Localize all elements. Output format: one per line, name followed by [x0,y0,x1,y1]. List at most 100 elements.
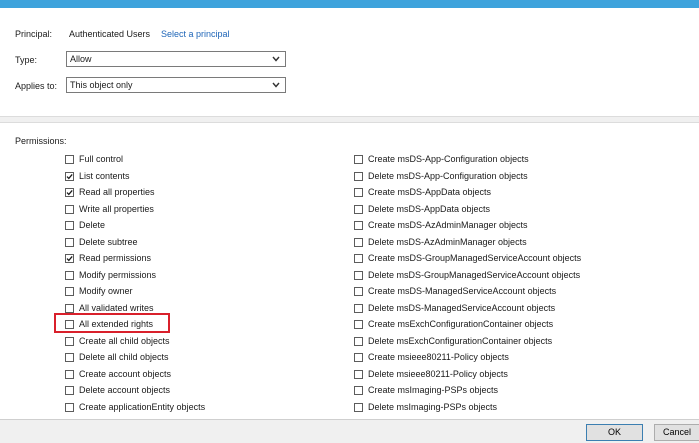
permission-checkbox[interactable] [65,369,74,379]
chevron-down-icon [270,52,282,66]
permission-item[interactable]: Delete account objects [65,383,170,397]
permission-checkbox[interactable] [354,171,363,181]
chevron-down-icon [270,78,282,92]
permission-label: Create msDS-AppData objects [368,187,492,197]
permission-item[interactable]: Delete msDS-ManagedServiceAccount object… [354,301,555,315]
permission-label: Delete subtree [79,237,138,247]
permission-label: Write all properties [79,204,154,214]
permission-checkbox[interactable] [65,204,74,214]
permission-item[interactable]: Create msImaging-PSPs objects [354,383,498,397]
permission-label: Delete [79,220,106,230]
permission-item[interactable]: Create msExchConfigurationContainer obje… [354,317,553,331]
permission-label: Full control [79,154,124,164]
applies-to-select[interactable]: This object only [66,77,286,93]
permission-label: Read permissions [79,253,152,263]
permission-item[interactable]: Modify permissions [65,268,156,282]
checkmark-icon [66,189,73,195]
permission-item[interactable]: Delete msDS-GroupManagedServiceAccount o… [354,268,580,282]
permission-checkbox[interactable] [65,237,74,247]
permission-item[interactable]: Full control [65,152,123,166]
permission-item[interactable]: Create msDS-AzAdminManager objects [354,218,528,232]
principal-section: Principal: Authenticated Users Select a … [0,8,699,116]
permission-item[interactable]: Delete subtree [65,235,138,249]
permission-item[interactable]: Delete msDS-AppData objects [354,202,490,216]
permission-item[interactable]: Create msDS-GroupManagedServiceAccount o… [354,251,581,265]
permission-item[interactable]: Delete msImaging-PSPs objects [354,400,497,414]
window-title-bar [0,0,699,8]
checkmark-icon [66,173,73,179]
permission-label: Delete all child objects [79,352,169,362]
permissions-panel: Permissions: Full control List contents Re… [0,123,699,419]
permission-item[interactable]: Create msieee80211-Policy objects [354,350,509,364]
permission-checkbox[interactable] [354,270,363,280]
permission-checkbox[interactable] [65,303,74,313]
permission-item[interactable]: Delete msDS-App-Configuration objects [354,169,528,183]
principal-value: Authenticated Users [69,29,151,39]
permission-checkbox[interactable] [354,402,363,412]
type-label: Type: [15,55,38,65]
permission-item[interactable]: Create msDS-AppData objects [354,185,491,199]
permission-item[interactable]: Write all properties [65,202,154,216]
permission-label: Create msImaging-PSPs objects [368,385,499,395]
permission-item[interactable]: Read all properties [65,185,155,199]
permission-label: Delete msDS-AppData objects [368,204,491,214]
permission-checkbox[interactable] [354,237,363,247]
select-principal-link[interactable]: Select a principal [161,29,230,39]
permission-checkbox[interactable] [354,253,363,263]
permission-item[interactable]: Read permissions [65,251,151,265]
permission-item[interactable]: Modify owner [65,284,133,298]
permission-item[interactable]: Delete [65,218,105,232]
permission-item[interactable]: Delete all child objects [65,350,169,364]
permission-item[interactable]: Create applicationEntity objects [65,400,205,414]
permission-label: Create all child objects [79,336,170,346]
permission-checkbox[interactable] [65,286,74,296]
permission-checkbox[interactable] [354,385,363,395]
permission-label: Create msDS-App-Configuration objects [368,154,529,164]
applies-to-selected-value: This object only [70,80,133,90]
permissions-title: Permissions: [15,136,67,146]
permission-checkbox[interactable] [354,286,363,296]
permission-item[interactable]: Create account objects [65,367,171,381]
permission-item[interactable]: Delete msieee80211-Policy objects [354,367,508,381]
permission-label: Delete msDS-AzAdminManager objects [368,237,527,247]
permission-label: Delete msExchConfigurationContainer obje… [368,336,553,346]
permission-checkbox[interactable] [65,385,74,395]
permission-checkbox[interactable] [65,270,74,280]
permission-checkbox[interactable] [354,220,363,230]
permission-item[interactable]: List contents [65,169,130,183]
permission-label: Create msDS-GroupManagedServiceAccount o… [368,253,582,263]
permission-label: Delete msImaging-PSPs objects [368,402,498,412]
permission-checkbox[interactable] [354,303,363,313]
permission-checkbox[interactable] [354,154,363,164]
permission-checkbox[interactable] [354,204,363,214]
type-select[interactable]: Allow [66,51,286,67]
permission-label: Delete msDS-App-Configuration objects [368,171,528,181]
applies-to-label: Applies to: [15,81,58,91]
permission-checkbox[interactable] [65,352,74,362]
permission-item[interactable]: Create msDS-ManagedServiceAccount object… [354,284,556,298]
permission-checkbox[interactable] [65,171,74,181]
permission-checkbox[interactable] [354,369,363,379]
permission-label: Delete msDS-ManagedServiceAccount object… [368,303,556,313]
permission-checkbox[interactable] [65,253,74,263]
permission-item[interactable]: Delete msDS-AzAdminManager objects [354,235,527,249]
ok-button[interactable]: OK [586,424,643,441]
permission-checkbox[interactable] [354,352,363,362]
permission-checkbox[interactable] [354,187,363,197]
permission-checkbox[interactable] [65,220,74,230]
permission-checkbox[interactable] [65,187,74,197]
permission-label: All validated writes [79,303,154,313]
cancel-button[interactable]: Cancel [654,424,699,441]
permission-item[interactable]: Delete msExchConfigurationContainer obje… [354,334,552,348]
permission-item[interactable]: Create all child objects [65,334,170,348]
permission-label: Create msDS-AzAdminManager objects [368,220,528,230]
permission-checkbox[interactable] [354,336,363,346]
permission-label: Create applicationEntity objects [79,402,206,412]
permission-item[interactable]: Create msDS-App-Configuration objects [354,152,529,166]
permission-label: Modify owner [79,286,133,296]
permission-checkbox[interactable] [65,402,74,412]
dialog-footer: OK Cancel [0,419,699,443]
permission-checkbox[interactable] [65,154,74,164]
permission-checkbox[interactable] [65,336,74,346]
permission-checkbox[interactable] [354,319,363,329]
